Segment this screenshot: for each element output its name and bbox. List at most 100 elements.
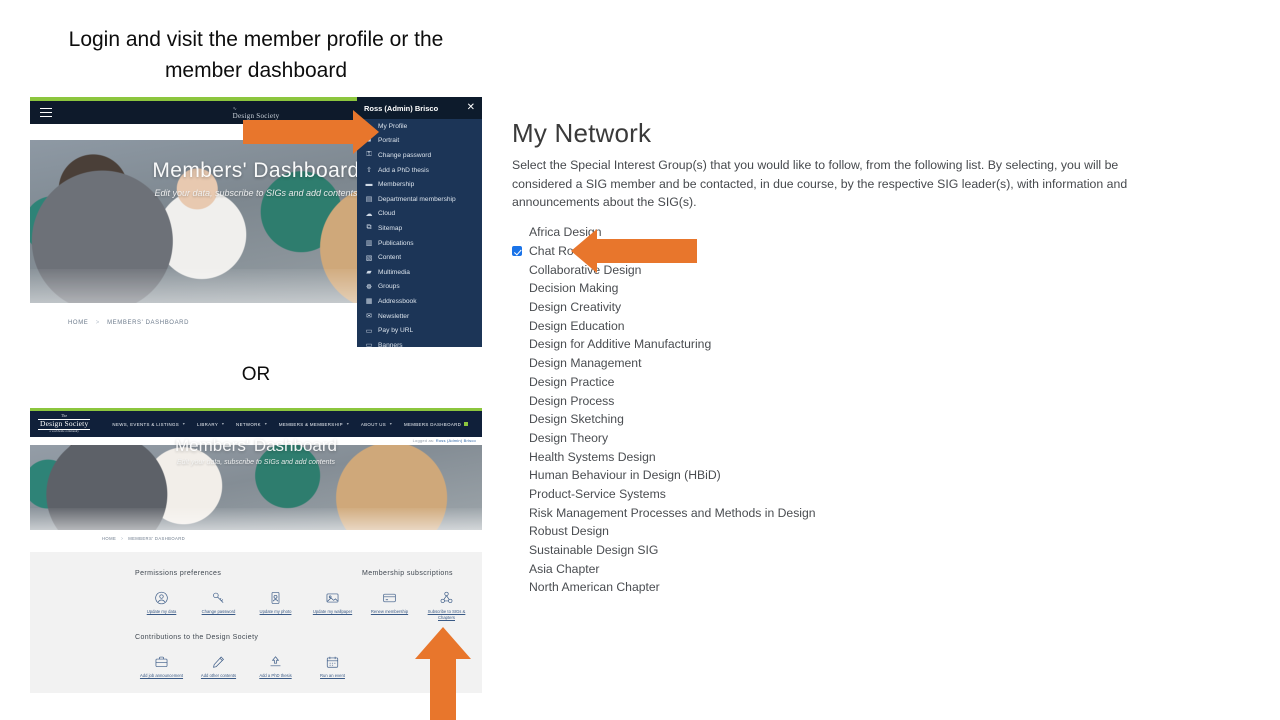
dashboard-action[interactable]: Renew membership xyxy=(361,590,418,622)
sig-list-item[interactable]: Design Process xyxy=(512,391,1112,410)
sig-list-item[interactable]: Design Theory xyxy=(512,429,1112,448)
dashboard-action[interactable]: Subscribe to SIGs & Chapters xyxy=(418,590,475,622)
sig-list-item[interactable]: Product-Service Systems xyxy=(512,485,1112,504)
site-logo-2[interactable]: The Design Society a worldwide community xyxy=(38,414,91,433)
page-title: My Network xyxy=(512,118,652,148)
slide-root: Login and visit the member profile or th… xyxy=(0,0,1280,720)
sig-list-item[interactable]: Asia Chapter xyxy=(512,559,1112,578)
section-heading-permissions: Permissions preferences xyxy=(135,570,222,577)
dashboard-action[interactable]: Add job announcement xyxy=(133,654,190,679)
breadcrumb-home-2[interactable]: HOME xyxy=(102,536,116,541)
sig-label: Design Management xyxy=(529,356,642,371)
sig-checkbox[interactable] xyxy=(512,246,522,257)
user-menu-item[interactable]: ✉ Newsletter xyxy=(357,309,482,324)
sig-list-item[interactable]: Design Management xyxy=(512,354,1112,373)
dashboard-action-label: Add other contents xyxy=(200,673,237,678)
calendar-icon xyxy=(324,654,341,669)
breadcrumb-current: MEMBERS' DASHBOARD xyxy=(107,320,190,326)
user-menu-item-label: Cloud xyxy=(378,210,396,218)
sig-list-item[interactable]: Health Systems Design xyxy=(512,447,1112,466)
upload-icon xyxy=(267,654,284,669)
nav-item[interactable]: NEWS, EVENTS & LISTINGS ▼ xyxy=(112,422,186,427)
sig-list-item[interactable]: Design Practice xyxy=(512,373,1112,392)
user-menu-item[interactable]: ☁ Cloud xyxy=(357,207,482,222)
sig-label: Design Sketching xyxy=(529,412,624,427)
nav-item[interactable]: NETWORK ▼ xyxy=(236,422,268,427)
sig-label: Design Practice xyxy=(529,374,615,389)
dashboard-action-label: Update my photo xyxy=(259,609,292,614)
user-menu-item[interactable]: ▭ Banners xyxy=(357,338,482,347)
close-icon[interactable]: ✕ xyxy=(467,103,475,113)
user-menu-item[interactable]: ▭ Pay by URL xyxy=(357,323,482,338)
dashboard-action[interactable]: Update my photo xyxy=(247,590,304,615)
arrow-shaft-left xyxy=(597,239,697,263)
chevron-down-icon: ▼ xyxy=(389,422,393,426)
sig-list-item[interactable]: Decision Making xyxy=(512,279,1112,298)
breadcrumb-2: HOME > MEMBERS' DASHBOARD xyxy=(102,536,185,541)
sig-label: Health Systems Design xyxy=(529,449,656,464)
dashboard-action[interactable]: Add other contents xyxy=(190,654,247,679)
dashboard-action[interactable]: Change password xyxy=(190,590,247,615)
dashboard-action-label: Add a PhD thesis xyxy=(259,673,292,678)
nav-item-label: MEMBERS & MEMBERSHIP xyxy=(278,421,343,427)
chevron-down-icon: ▼ xyxy=(182,422,186,426)
dashboard-action[interactable]: Update my wallpaper xyxy=(304,590,361,615)
building-icon: ▤ xyxy=(365,196,373,204)
sig-list-item[interactable]: Design for Additive Manufacturing xyxy=(512,335,1112,354)
user-circle-icon xyxy=(153,590,170,605)
sig-list-item[interactable]: Human Behaviour in Design (HBiD) xyxy=(512,466,1112,485)
section-heading-contributions: Contributions to the Design Society xyxy=(135,634,259,641)
nav-item[interactable]: ABOUT US ▼ xyxy=(361,422,393,427)
user-menu-item[interactable]: ▬ Membership xyxy=(357,177,482,192)
user-menu-item[interactable]: ⇧ Add a PhD thesis xyxy=(357,163,482,178)
sig-list-item[interactable]: Design Education xyxy=(512,316,1112,335)
breadcrumb-current-2: MEMBERS' DASHBOARD xyxy=(128,536,186,541)
dashboard-action-label: Subscribe to SIGs & Chapters xyxy=(427,609,466,621)
sig-label: Risk Management Processes and Methods in… xyxy=(529,505,816,520)
hamburger-icon[interactable] xyxy=(40,105,52,120)
nav-item[interactable]: MEMBERS & MEMBERSHIP ▼ xyxy=(279,422,350,427)
user-menu-item-label: Portrait xyxy=(378,137,400,145)
folder-icon: ▰ xyxy=(366,269,372,277)
nav-item[interactable]: MEMBERS DASHBOARD xyxy=(404,422,469,427)
nav-item-label: LIBRARY xyxy=(196,421,219,427)
credit-card-icon xyxy=(381,590,398,605)
user-menu-item-label: Multimedia xyxy=(378,268,410,276)
breadcrumb-separator-icon-2: > xyxy=(120,536,124,541)
user-menu-item[interactable]: ☸ Groups xyxy=(357,280,482,295)
arrow-shaft xyxy=(243,120,353,144)
card-icon: ▬ xyxy=(365,181,373,189)
dashboard-action[interactable]: Update my data xyxy=(133,590,190,615)
user-menu-item[interactable]: ▥ Publications xyxy=(357,236,482,251)
sig-list-item[interactable]: Robust Design xyxy=(512,522,1112,541)
sig-label: North American Chapter xyxy=(529,580,660,595)
sig-list-item[interactable]: Design Sketching xyxy=(512,410,1112,429)
user-menu-item[interactable]: ▧ Content xyxy=(357,250,482,265)
dashboard-action-label: Add job announcement xyxy=(139,673,184,678)
sig-label: Design Theory xyxy=(529,430,609,445)
user-menu-item[interactable]: ▰ Multimedia xyxy=(357,265,482,280)
dashboard-action[interactable]: Add a PhD thesis xyxy=(247,654,304,679)
user-menu-item[interactable]: ▦ Addressbook xyxy=(357,294,482,309)
dashboard-action-label: Renew membership xyxy=(370,609,409,614)
arrow-head-left xyxy=(571,229,597,273)
logo-top-text: The xyxy=(61,414,68,419)
user-menu-item-label: Addressbook xyxy=(378,297,417,305)
sig-label: Sustainable Design SIG xyxy=(529,543,659,558)
sig-list-item[interactable]: North American Chapter xyxy=(512,578,1112,597)
user-menu-item-label: Add a PhD thesis xyxy=(378,166,429,174)
sig-list-item[interactable]: Risk Management Processes and Methods in… xyxy=(512,503,1112,522)
dashboard-action-label: Change password xyxy=(201,609,236,614)
key-icon xyxy=(210,590,227,605)
sig-list-item[interactable]: Sustainable Design SIG xyxy=(512,541,1112,560)
sig-label: Design for Additive Manufacturing xyxy=(529,337,712,352)
sig-label: Decision Making xyxy=(529,281,619,296)
dashboard-action[interactable]: Run an event xyxy=(304,654,361,679)
nav-item[interactable]: LIBRARY ▼ xyxy=(197,422,225,427)
user-menu-item[interactable]: ⧉ Sitemap xyxy=(357,221,482,236)
sig-list-item[interactable]: Design Creativity xyxy=(512,298,1112,317)
breadcrumb-home[interactable]: HOME xyxy=(68,320,88,326)
addressbook-icon: ▦ xyxy=(365,298,373,306)
user-menu-item[interactable]: ▤ Departmental membership xyxy=(357,192,482,207)
dashboard-action-label: Update my wallpaper xyxy=(312,609,353,614)
